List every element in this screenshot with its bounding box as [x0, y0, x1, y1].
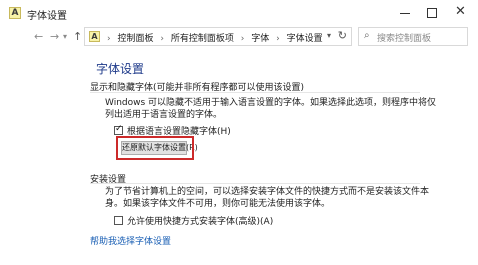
search-input[interactable]: ⌕ 搜索控制面板	[358, 27, 468, 46]
page-title: 字体设置	[96, 62, 145, 76]
allow-shortcut-install-checkbox[interactable]	[114, 216, 123, 225]
forward-arrow-icon[interactable]: →	[50, 29, 59, 45]
address-row: ← → ▾ ↑ A › 控制面板 › 所有控制面板项 › 字体 › 字体设置 ▾…	[0, 26, 478, 48]
section-divider	[90, 92, 420, 93]
up-arrow-icon[interactable]: ↑	[73, 29, 82, 45]
address-bar[interactable]: A › 控制面板 › 所有控制面板项 › 字体 › 字体设置 ▾ ↻	[84, 27, 352, 46]
breadcrumb-fonts[interactable]: 字体	[251, 34, 269, 44]
window-title: 字体设置	[27, 11, 67, 22]
title-bar: A 字体设置 ✕	[0, 0, 478, 26]
control-panel-font-icon: A	[89, 31, 100, 42]
breadcrumb-chevron-icon[interactable]: ›	[107, 34, 111, 44]
close-button[interactable]: ✕	[446, 0, 478, 26]
allow-shortcut-install-label[interactable]: 允许使用快捷方式安装字体(高级)(A)	[127, 217, 273, 227]
refresh-icon[interactable]: ↻	[338, 29, 347, 42]
allow-shortcut-install-checkbox-row[interactable]: 允许使用快捷方式安装字体(高级)(A)	[114, 214, 273, 227]
breadcrumb-font-settings[interactable]: 字体设置	[287, 34, 323, 44]
maximize-icon	[427, 8, 437, 18]
section-description-install: 为了节省计算机上的空间，可以选择安装字体文件的快捷方式而不是安装该文件本身。如果…	[105, 187, 430, 209]
breadcrumb: › 控制面板 › 所有控制面板项 › 字体 › 字体设置	[105, 31, 325, 44]
breadcrumb-all-items[interactable]: 所有控制面板项	[171, 34, 234, 44]
checkmark-icon: ✓	[115, 124, 123, 134]
close-icon: ✕	[455, 4, 466, 19]
help-choose-font-settings-link[interactable]: 帮助我选择字体设置	[90, 234, 171, 247]
section-divider	[90, 183, 420, 184]
section-description-show-hide: Windows 可以隐藏不适用于输入语言设置的字体。如果选择此选项，则程序中将仅…	[105, 98, 437, 120]
red-highlight-box	[116, 136, 194, 160]
search-placeholder: 搜索控制面板	[377, 34, 432, 44]
address-dropdown-icon[interactable]: ▾	[327, 31, 331, 40]
breadcrumb-control-panel[interactable]: 控制面板	[117, 34, 153, 44]
font-settings-window: A 字体设置 ✕ ← → ▾ ↑ A › 控制面板 › 所有控制面板项 › 字体…	[0, 0, 478, 265]
breadcrumb-chevron-icon[interactable]: ›	[241, 34, 245, 44]
font-app-icon: A	[9, 7, 21, 19]
search-icon: ⌕	[364, 30, 370, 41]
hide-fonts-checkbox[interactable]: ✓	[114, 124, 123, 135]
minimize-icon	[400, 13, 410, 14]
breadcrumb-chevron-icon[interactable]: ›	[160, 34, 164, 44]
back-arrow-icon[interactable]: ←	[34, 29, 43, 45]
breadcrumb-chevron-icon[interactable]: ›	[276, 34, 280, 44]
recent-locations-chevron-icon[interactable]: ▾	[63, 29, 67, 45]
maximize-button[interactable]	[416, 0, 448, 26]
